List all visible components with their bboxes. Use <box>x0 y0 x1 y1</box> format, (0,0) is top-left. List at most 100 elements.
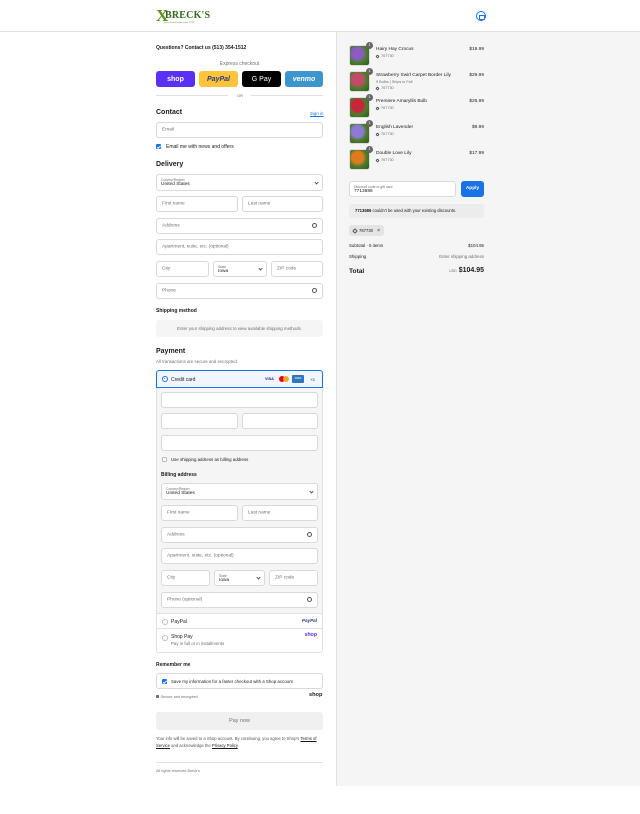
remove-tag-close-icon[interactable]: × <box>377 228 380 234</box>
billing-country-value: United States <box>166 491 195 496</box>
card-cvv-field[interactable] <box>242 413 318 429</box>
item-discount-code: 767730 <box>375 53 394 59</box>
delivery-heading: Delivery <box>156 161 184 168</box>
legal-text: Your info will be saved to a Shop accoun… <box>156 735 323 749</box>
country-select[interactable]: Country/Region United States <box>156 174 323 191</box>
paypal-label: PayPal <box>171 619 187 625</box>
item-code-text: 767730 <box>381 158 394 162</box>
credit-card-option[interactable]: Credit card VISA AMEX +3 <box>156 370 323 388</box>
item-discount-code: 767730 <box>375 105 394 111</box>
item-price: $17.99 <box>469 151 484 156</box>
remember-heading: Remember me <box>156 662 191 668</box>
city-placeholder: City <box>162 266 171 272</box>
secure-text: Secure and encrypted <box>160 695 198 699</box>
email-field[interactable]: Email <box>156 122 323 138</box>
address-placeholder: Address <box>162 223 180 229</box>
zip-field[interactable]: ZIP code <box>271 261 323 277</box>
item-discount-code: 767730 <box>375 85 394 91</box>
card-expiry-field[interactable] <box>161 413 238 429</box>
item-subtitle: 9 Bulbs | Ships in Fall <box>376 80 413 84</box>
phone-placeholder: Phone <box>162 288 176 294</box>
item-quantity-badge: 1 <box>366 146 373 153</box>
billing-last-name-field[interactable]: Last name <box>242 505 318 521</box>
currency-label: USD <box>449 269 457 273</box>
credit-card-radio[interactable] <box>162 376 168 382</box>
email-placeholder: Email <box>162 127 174 133</box>
save-info-checkbox[interactable] <box>162 679 167 684</box>
billing-phone-placeholder: Phone (optional) <box>167 597 203 603</box>
billing-first-name-field[interactable]: First name <box>161 505 238 521</box>
shop-pay-option[interactable]: Shop Pay Pay in full or in installments … <box>156 629 323 653</box>
tag-icon <box>375 157 380 163</box>
billing-apartment-field[interactable]: Apartment, suite, etc. (optional) <box>161 548 318 564</box>
amex-icon: AMEX <box>292 375 304 383</box>
address-field[interactable]: Address <box>156 218 323 234</box>
apply-button[interactable]: Apply <box>461 181 484 197</box>
paypal-radio[interactable] <box>162 618 168 625</box>
last-name-field[interactable]: Last name <box>242 196 323 212</box>
card-number-field[interactable] <box>161 392 318 408</box>
shop-pay-express-button[interactable]: shop <box>156 71 195 87</box>
paypal-express-button[interactable]: PayPal <box>199 71 238 87</box>
privacy-link[interactable]: Privacy Policy <box>212 743 238 748</box>
error-code: 7713686 <box>355 208 372 213</box>
visa-icon: VISA <box>265 377 274 381</box>
billing-city-field[interactable]: City <box>161 570 210 586</box>
search-icon <box>312 223 317 228</box>
shipping-method-note: Enter your shipping address to view avai… <box>156 320 323 337</box>
billing-city-placeholder: City <box>167 575 176 581</box>
item-name: Premiere Amaryllis Bulb <box>376 99 427 104</box>
pay-now-button[interactable]: Pay now <box>156 712 323 730</box>
item-price: $9.99 <box>471 125 484 130</box>
mastercard-icon <box>279 376 289 382</box>
apartment-field[interactable]: Apartment, suite, etc. (optional) <box>156 239 323 255</box>
legal-pre: Your info will be saved to a Shop accoun… <box>156 736 300 741</box>
legal-end: . <box>237 743 239 748</box>
shop-pay-radio[interactable] <box>162 635 168 641</box>
google-pay-express-button[interactable]: G Pay <box>242 71 281 87</box>
item-name: Strawberry Swirl Carpet Border Lily <box>376 73 451 78</box>
paypal-logo-icon: PayPal <box>301 618 317 623</box>
use-shipping-checkbox[interactable] <box>162 457 167 462</box>
tag-icon <box>375 85 380 91</box>
billing-first-name-placeholder: First name <box>167 510 190 516</box>
billing-address-field[interactable]: Address <box>161 527 318 543</box>
news-checkbox[interactable] <box>156 144 161 149</box>
state-select[interactable]: State Iowa <box>213 261 267 277</box>
total-value: $104.95 <box>458 267 484 274</box>
help-icon[interactable] <box>312 288 317 293</box>
shop-pay-sub: Pay in full or in installments <box>171 641 225 646</box>
sign-in-link[interactable]: Sign in <box>310 111 323 116</box>
order-summary-panel <box>336 32 640 786</box>
zip-placeholder: ZIP code <box>277 266 297 272</box>
item-code-text: 767730 <box>381 106 394 110</box>
legal-mid: and acknowledge the <box>171 743 211 748</box>
paypal-option[interactable]: PayPal PayPal <box>156 613 323 629</box>
chevron-down-icon <box>314 179 319 185</box>
billing-last-name-placeholder: Last name <box>248 510 271 516</box>
shop-logo-icon: shop <box>309 692 323 698</box>
billing-zip-field[interactable]: ZIP code <box>269 570 318 586</box>
city-field[interactable]: City <box>156 261 209 277</box>
billing-phone-field[interactable]: Phone (optional) <box>161 592 318 608</box>
help-icon[interactable] <box>307 597 312 602</box>
shipping-method-heading: Shipping method <box>156 308 197 314</box>
discount-value: 7713686 <box>354 189 373 194</box>
brecks-logo[interactable]: X BRECK'S Direct from Europe Since 1818 <box>156 7 210 25</box>
item-price: $29.99 <box>469 73 484 78</box>
tag-icon <box>375 53 380 59</box>
billing-country-select[interactable]: Country/Region United States <box>161 483 318 500</box>
discount-field[interactable]: Discount code or gift card 7713686 <box>349 181 456 197</box>
first-name-field[interactable]: First name <box>156 196 238 212</box>
billing-state-select[interactable]: State Iowa <box>214 570 265 586</box>
contact-heading: Contact <box>156 109 183 116</box>
phone-field[interactable]: Phone <box>156 283 323 299</box>
state-value: Iowa <box>218 269 229 274</box>
venmo-express-button[interactable]: venmo <box>285 71 323 87</box>
billing-zip-placeholder: ZIP code <box>275 575 295 581</box>
item-quantity-badge: 1 <box>366 68 373 75</box>
card-name-field[interactable] <box>161 435 318 451</box>
shop-pay-label: Shop Pay <box>171 634 193 640</box>
subtotal-label: Subtotal · 5 items <box>349 243 384 248</box>
cart-bag-icon[interactable] <box>476 11 486 21</box>
